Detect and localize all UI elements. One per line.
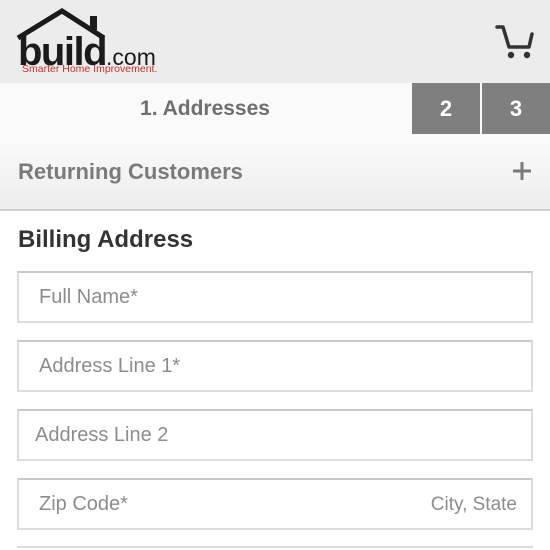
zip-code-placeholder: Zip Code* <box>39 493 128 515</box>
step-2-button[interactable]: 2 <box>412 83 480 134</box>
zip-code-field[interactable]: Zip Code* City, State <box>17 478 533 530</box>
address-line-1-field[interactable]: Address Line 1* <box>17 340 533 392</box>
full-name-field[interactable]: Full Name* <box>17 271 533 323</box>
step-3-button[interactable]: 3 <box>482 83 550 134</box>
plus-icon <box>513 162 531 180</box>
billing-address-heading: Billing Address <box>18 226 194 253</box>
city-state-placeholder: City, State <box>430 494 517 515</box>
shopping-cart-icon <box>495 25 534 59</box>
address-line-2-placeholder: Address Line 2 <box>35 424 169 446</box>
address-line-1-placeholder: Address Line 1* <box>39 355 181 377</box>
returning-customers-label: Returning Customers <box>18 159 243 184</box>
site-header: build.com Smarter Home Improvement. <box>0 0 550 83</box>
logo-tagline: Smarter Home Improvement. <box>22 63 158 75</box>
step-1-addresses: 1. Addresses <box>140 96 270 120</box>
address-line-2-field[interactable]: Address Line 2 <box>17 409 533 461</box>
build-com-logo[interactable]: build.com Smarter Home Improvement. <box>16 8 176 78</box>
full-name-placeholder: Full Name* <box>39 286 138 308</box>
next-field-edge <box>17 546 533 550</box>
checkout-steps: 1. Addresses 2 3 <box>0 83 550 134</box>
returning-customers-toggle[interactable]: Returning Customers <box>0 134 550 211</box>
shopping-cart-button[interactable] <box>494 22 536 62</box>
